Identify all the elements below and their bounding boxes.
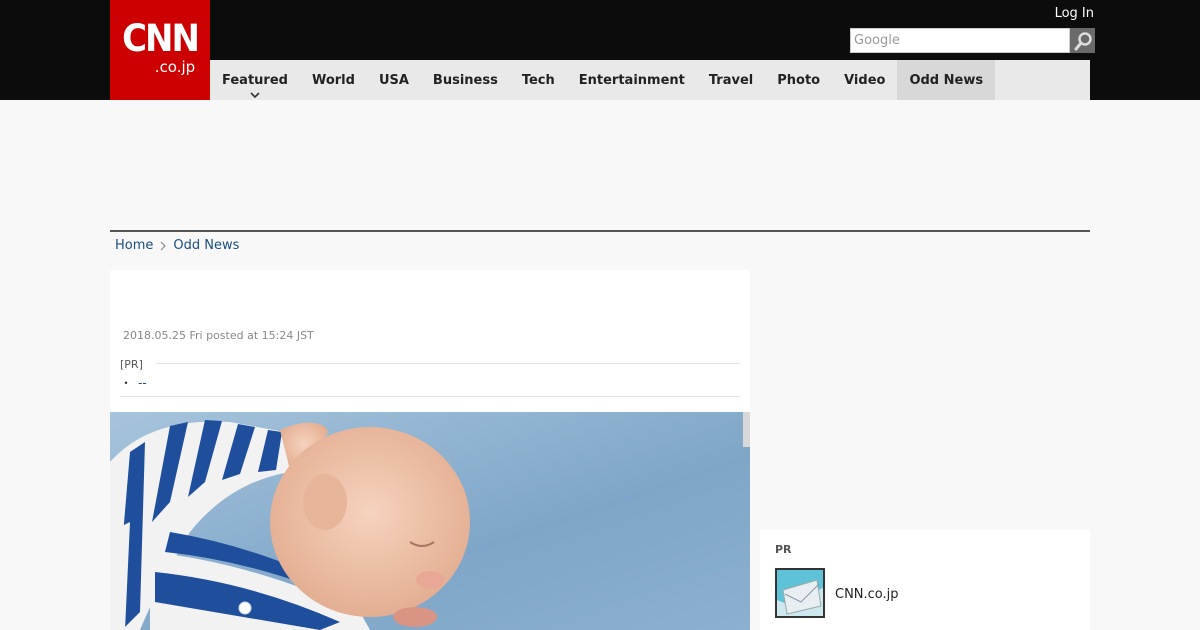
- nav-item-photo[interactable]: Photo: [765, 60, 832, 100]
- search-button[interactable]: [1070, 28, 1095, 53]
- post-date: 2018.05.25 Fri posted at 15:24 JST: [123, 329, 314, 342]
- article-header-card: 2018.05.25 Fri posted at 15:24 JST [PR] …: [110, 270, 750, 412]
- chevron-right-icon: [160, 241, 167, 251]
- chevron-down-icon: [250, 92, 260, 98]
- nav-item-video[interactable]: Video: [832, 60, 897, 100]
- search-icon: [1074, 31, 1092, 50]
- nav-item-tech[interactable]: Tech: [510, 60, 567, 100]
- nav-item-label: Odd News: [909, 72, 984, 88]
- search-box: [850, 28, 1095, 53]
- main-nav: Featured World USA Business Tech Enterta…: [210, 60, 1090, 100]
- bullet: ・: [120, 376, 133, 390]
- login-link[interactable]: Log In: [1055, 6, 1094, 22]
- nav-item-label: Tech: [521, 72, 555, 88]
- breadcrumb-current[interactable]: Odd News: [173, 238, 239, 253]
- nav-item-odd-news[interactable]: Odd News: [897, 60, 996, 100]
- nav-item-label: World: [311, 72, 355, 88]
- nav-item-label: USA: [378, 72, 409, 88]
- logo-subtext: .co.jp: [154, 58, 196, 76]
- pr-divider-bottom: [120, 396, 740, 397]
- pr-item-name[interactable]: CNN.co.jp: [835, 587, 899, 602]
- nav-item-business[interactable]: Business: [421, 60, 510, 100]
- nav-item-featured[interactable]: Featured: [210, 60, 300, 100]
- ad-banner-space: [110, 100, 1090, 230]
- search-input[interactable]: [850, 28, 1070, 53]
- pr-divider: [156, 363, 740, 364]
- nav-item-entertainment[interactable]: Entertainment: [567, 60, 697, 100]
- article-photo-sleeping-baby: [110, 412, 750, 630]
- nav-item-label: Business: [432, 72, 498, 88]
- cnn-logo[interactable]: CNN .co.jp: [110, 0, 210, 100]
- nav-item-label: Video: [844, 72, 886, 88]
- pr-link-text: --: [138, 376, 147, 390]
- logo-text: CNN: [122, 16, 200, 61]
- breadcrumb-home[interactable]: Home: [115, 238, 153, 253]
- nav-item-label: Photo: [777, 72, 821, 88]
- nav-item-travel[interactable]: Travel: [697, 60, 765, 100]
- nav-item-usa[interactable]: USA: [367, 60, 421, 100]
- pr-link-item[interactable]: ・ --: [120, 374, 147, 391]
- pr-thumbnail[interactable]: [775, 568, 825, 618]
- breadcrumb: Home Odd News: [115, 238, 239, 253]
- nav-item-world[interactable]: World: [300, 60, 367, 100]
- nav-item-label: Featured: [222, 72, 288, 88]
- nav-item-label: Entertainment: [578, 72, 685, 88]
- sidebar-pr-box: PR CNN.co.jp: [760, 530, 1090, 630]
- pr-label: [PR]: [120, 358, 143, 371]
- nav-item-label: Travel: [708, 72, 754, 88]
- sidebar-pr-title: PR: [775, 543, 792, 556]
- section-divider: [110, 230, 1090, 232]
